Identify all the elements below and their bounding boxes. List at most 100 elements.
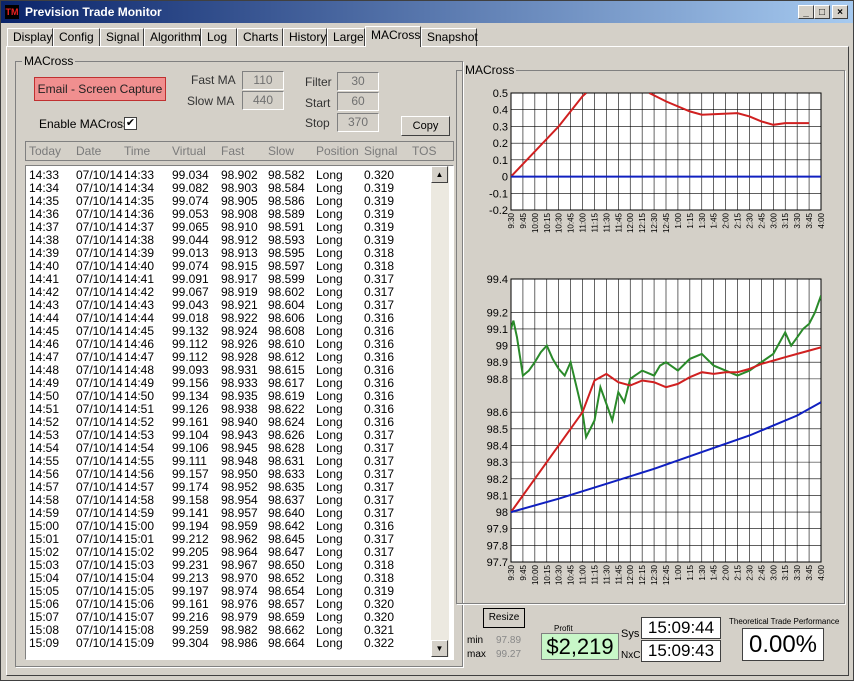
x-tick-label: 12:00 — [626, 212, 635, 233]
tab-signal[interactable]: Signal — [100, 28, 144, 46]
x-tick-label: 9:30 — [507, 212, 516, 228]
tab-display[interactable]: Display — [7, 28, 53, 46]
x-tick-label: 3:30 — [793, 212, 802, 228]
fast-ma-field[interactable]: 110 — [242, 71, 284, 90]
cell-time: 15:09 — [124, 636, 155, 650]
close-button[interactable]: × — [832, 5, 848, 19]
start-label: Start — [305, 96, 331, 110]
tab-macross[interactable]: MACross — [365, 26, 421, 47]
list-scrollbar[interactable]: ▲ ▼ — [431, 166, 449, 657]
col-tos[interactable]: TOS — [412, 144, 436, 158]
tab-config[interactable]: Config — [53, 28, 100, 46]
col-date[interactable]: Date — [76, 144, 101, 158]
x-tick-label: 3:45 — [805, 212, 814, 228]
nxc-label: NxC — [621, 650, 641, 661]
profit-label: Profit — [554, 624, 573, 633]
x-tick-label: 10:30 — [555, 564, 564, 585]
trade-log-list[interactable]: 14:33 07/10/14 14:33 99.034 98.902 98.582 Long… — [25, 165, 454, 660]
x-tick-label: 1:15 — [686, 564, 695, 580]
y-tick-label: -0.2 — [489, 205, 508, 217]
stop-field[interactable]: 370 — [337, 113, 379, 132]
perf-value: 0.00% — [742, 628, 824, 661]
cell-date: 07/10/14 — [76, 636, 123, 650]
table-row[interactable]: 15:09 07/10/14 15:09 99.304 98.986 98.664 Long… — [26, 637, 434, 650]
tab-history[interactable]: History — [283, 28, 327, 46]
y-tick-label: 98.8 — [487, 374, 508, 386]
y-tick-label: 99 — [496, 341, 508, 353]
x-tick-label: 3:15 — [781, 564, 790, 580]
y-tick-label: 0.5 — [493, 88, 508, 100]
x-tick-label: 11:45 — [614, 212, 623, 232]
col-position[interactable]: Position — [316, 144, 359, 158]
y-tick-label: -0.1 — [489, 188, 508, 200]
minimize-button[interactable]: _ — [798, 5, 814, 19]
x-tick-label: 11:00 — [579, 212, 588, 232]
app-window: TM Prevision Trade Monitor _ □ × Display… — [0, 0, 854, 681]
copy-button[interactable]: Copy — [401, 116, 450, 136]
y-tick-label: 99.4 — [487, 274, 508, 286]
slow-ma-label: Slow MA — [187, 94, 235, 108]
y-tick-label: 97.9 — [487, 524, 508, 536]
scroll-down-icon[interactable]: ▼ — [431, 640, 448, 657]
y-tick-label: 0.2 — [493, 138, 508, 150]
x-tick-label: 11:15 — [590, 564, 599, 584]
x-tick-label: 3:15 — [781, 212, 790, 228]
tab-charts[interactable]: Charts — [237, 28, 283, 46]
x-tick-label: 3:00 — [769, 564, 778, 580]
x-tick-label: 10:45 — [567, 212, 576, 233]
col-signal[interactable]: Signal — [364, 144, 397, 158]
maximize-button[interactable]: □ — [814, 5, 830, 19]
fast-ma-label: Fast MA — [191, 73, 236, 87]
min-label: min — [467, 635, 484, 646]
filter-field[interactable]: 30 — [337, 72, 379, 91]
x-tick-label: 2:45 — [757, 564, 766, 580]
col-slow[interactable]: Slow — [268, 144, 294, 158]
tab-algorithm[interactable]: Algorithm — [144, 28, 201, 46]
col-time[interactable]: Time — [124, 144, 150, 158]
resize-button[interactable]: Resize — [483, 608, 525, 628]
y-tick-label: 99.2 — [487, 307, 508, 319]
x-tick-label: 12:15 — [638, 212, 647, 233]
x-tick-label: 1:45 — [710, 212, 719, 228]
profit-value: $2,219 — [541, 633, 619, 660]
col-virtual[interactable]: Virtual — [172, 144, 206, 158]
enable-macross-label: Enable MACross — [39, 117, 130, 131]
y-tick-label: 98 — [496, 507, 508, 519]
x-tick-label: 2:15 — [734, 564, 743, 580]
x-tick-label: 2:45 — [757, 212, 766, 228]
table-header: Today Date Time Virtual Fast Slow Positi… — [25, 141, 454, 161]
col-fast[interactable]: Fast — [221, 144, 244, 158]
enable-macross-checkbox[interactable]: ✔ — [124, 117, 137, 130]
max-value: 99.27 — [496, 649, 522, 660]
tab-large[interactable]: Large — [327, 28, 365, 46]
x-tick-label: 10:00 — [531, 564, 540, 585]
cell-signal: 0.322 — [364, 636, 395, 650]
filter-label: Filter — [305, 75, 332, 89]
price-chart: 9:30 9:45 10:00 10:15 10:30 10:45 11:00 11:15 11… — [487, 274, 826, 585]
x-tick-label: 2:00 — [722, 212, 731, 228]
x-tick-label: 10:00 — [531, 212, 540, 233]
email-screen-capture-button[interactable]: Email - Screen Capture — [34, 77, 166, 101]
y-tick-label: 98.6 — [487, 407, 508, 419]
sys-time: 15:09:44 — [641, 617, 721, 639]
signal-chart: 9:30 9:45 10:00 10:15 10:30 10:45 11:00 11:15 11… — [489, 88, 826, 233]
max-label: max — [467, 649, 486, 660]
tab-snapshot[interactable]: Snapshot — [421, 28, 478, 46]
scroll-up-icon[interactable]: ▲ — [431, 166, 448, 183]
y-tick-label: 98.2 — [487, 474, 508, 486]
x-tick-label: 9:45 — [519, 564, 528, 580]
x-tick-label: 12:30 — [650, 564, 659, 585]
x-tick-label: 3:00 — [769, 212, 778, 228]
col-today[interactable]: Today — [29, 144, 61, 158]
slow-ma-field[interactable]: 440 — [242, 91, 284, 110]
y-tick-label: 98.5 — [487, 424, 508, 436]
window-title: Prevision Trade Monitor — [25, 5, 162, 19]
x-tick-label: 11:00 — [579, 564, 588, 584]
x-tick-label: 3:45 — [805, 564, 814, 580]
sys-label: Sys — [621, 628, 640, 640]
tab-log[interactable]: Log — [201, 28, 237, 46]
title-bar[interactable]: TM Prevision Trade Monitor _ □ × — [1, 1, 853, 23]
x-tick-label: 1:30 — [698, 212, 707, 228]
x-tick-label: 4:00 — [817, 564, 826, 580]
start-field[interactable]: 60 — [337, 92, 379, 111]
